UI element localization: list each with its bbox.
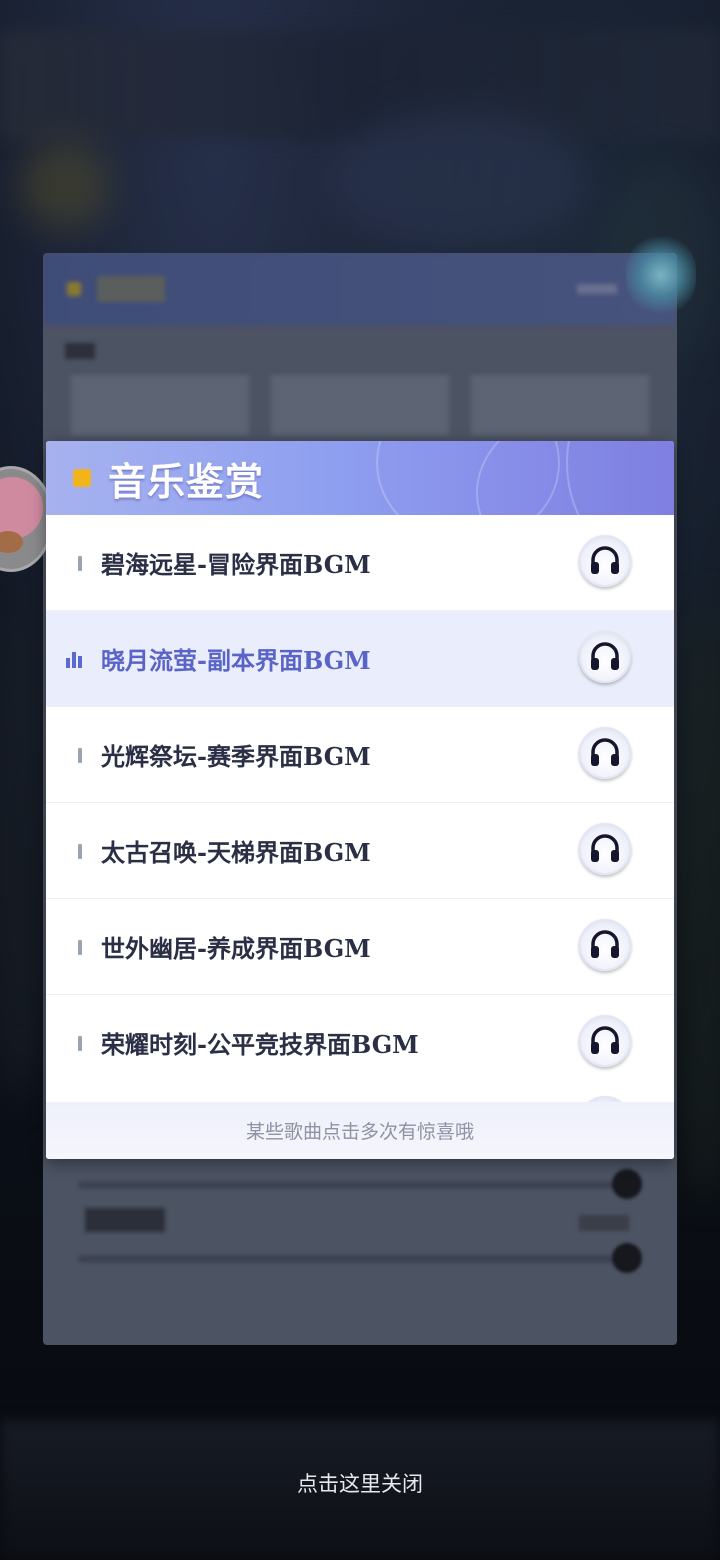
song-marker-icon <box>78 748 82 763</box>
title-bullet-icon <box>73 469 91 487</box>
headphones-icon <box>591 834 619 862</box>
song-marker-icon <box>78 1036 82 1051</box>
song-title: 世外幽居-养成界面BGM <box>101 934 371 963</box>
background-panel-title <box>97 276 165 302</box>
background-panel-tab <box>471 375 649 435</box>
listen-button[interactable] <box>579 535 631 587</box>
song-title: 光辉祭坛-赛季界面BGM <box>101 742 371 771</box>
song-marker-icon <box>78 940 82 955</box>
song-marker-icon <box>78 556 82 571</box>
close-button[interactable]: 点击这里关闭 <box>0 1468 720 1498</box>
listen-button[interactable] <box>579 1015 631 1067</box>
background-panel-subtitle <box>65 343 95 359</box>
song-item[interactable]: 碧海远星-冒险界面BGM <box>46 515 674 611</box>
listen-button[interactable] <box>579 919 631 971</box>
background-panel-tab <box>271 375 449 435</box>
equalizer-bar <box>66 658 70 668</box>
song-item[interactable]: 太古召唤-天梯界面BGM <box>46 803 674 899</box>
song-title: 太古召唤-天梯界面BGM <box>101 838 371 867</box>
game-sprite <box>626 235 696 315</box>
background-panel-value <box>579 1215 629 1231</box>
headphones-icon <box>591 642 619 670</box>
popup-footer: 某些歌曲点击多次有惊喜哦 <box>46 1102 674 1159</box>
listen-button[interactable] <box>579 727 631 779</box>
easter-egg-hint: 某些歌曲点击多次有惊喜哦 <box>245 1121 474 1143</box>
equalizer-bar <box>72 652 76 668</box>
song-item[interactable]: 光辉祭坛-赛季界面BGM <box>46 707 674 803</box>
headphones-icon <box>591 1026 619 1054</box>
bilibili-badge-bubble <box>0 477 43 539</box>
background-panel-tab <box>71 375 249 435</box>
popup-title: 音乐鉴赏 <box>108 458 265 504</box>
background-panel-bullet <box>67 282 81 296</box>
headphones-icon <box>591 930 619 958</box>
equalizer-icon <box>66 652 86 668</box>
listen-button[interactable] <box>579 823 631 875</box>
equalizer-bar <box>78 656 82 668</box>
background-slider-knob <box>612 1243 642 1273</box>
song-title: 晓月流萤-副本界面BGM <box>101 646 371 675</box>
bilibili-mascot-icon <box>0 531 23 553</box>
background-blob <box>20 140 110 230</box>
background-volume-slider <box>78 1243 642 1273</box>
background-blob <box>670 600 720 1200</box>
song-item[interactable]: 世外幽居-养成界面BGM <box>46 899 674 995</box>
popup-header: 音乐鉴赏 <box>46 441 674 515</box>
background-volume-slider <box>78 1169 642 1199</box>
header-decoration <box>566 441 674 515</box>
background-panel-tabs <box>71 375 649 435</box>
background-top-bar <box>0 30 720 140</box>
song-title: 荣耀时刻-公平竞技界面BGM <box>101 1030 419 1059</box>
song-title: 碧海远星-冒险界面BGM <box>101 550 371 579</box>
listen-button[interactable] <box>579 631 631 683</box>
song-item-playing[interactable]: 晓月流萤-副本界面BGM <box>46 611 674 707</box>
music-appreciation-popup: 音乐鉴赏 碧海远星-冒险界面BGM 晓月流萤-副本界面BGM 光辉祭坛-赛季界面… <box>46 441 674 1159</box>
background-blob <box>330 110 590 250</box>
headphones-icon <box>591 546 619 574</box>
background-panel-header-right <box>577 284 617 294</box>
headphones-icon <box>591 738 619 766</box>
song-list: 碧海远星-冒险界面BGM 晓月流萤-副本界面BGM 光辉祭坛-赛季界面BGM 太… <box>46 515 674 1091</box>
background-slider-knob <box>612 1169 642 1199</box>
background-panel-label <box>85 1208 165 1232</box>
song-marker-icon <box>78 844 82 859</box>
background-panel-header <box>43 253 677 325</box>
